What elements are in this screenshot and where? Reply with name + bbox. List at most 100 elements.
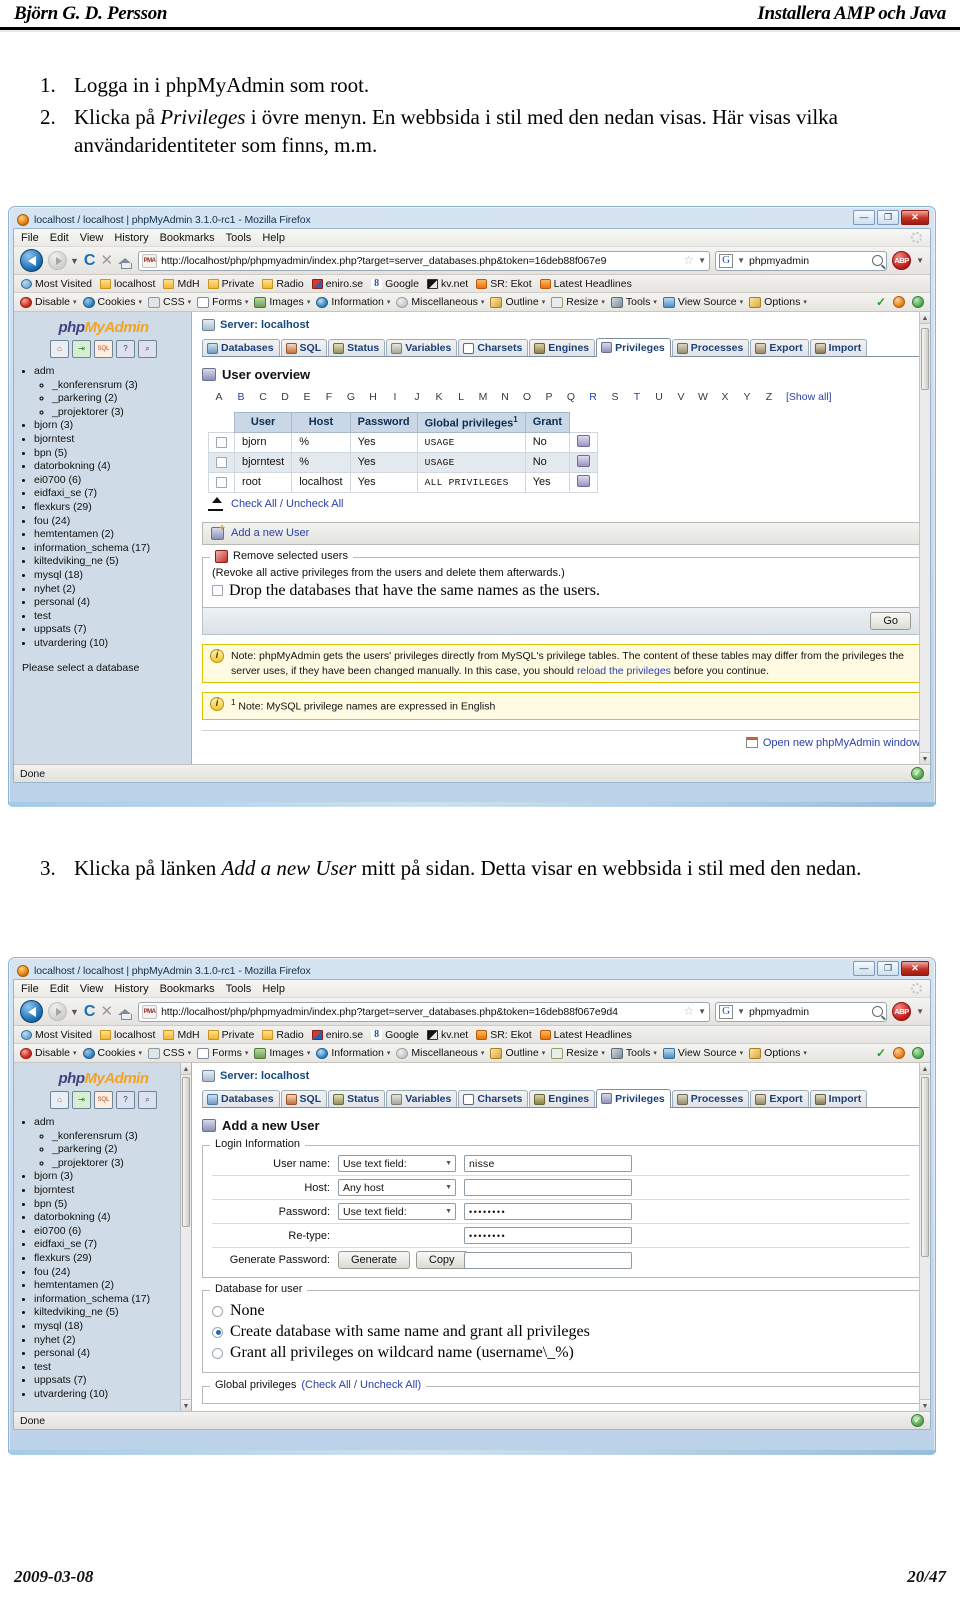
devtool-outline[interactable]: Outline ▾ <box>489 296 546 308</box>
devtool-view-source[interactable]: View Source ▾ <box>662 296 744 308</box>
host-input[interactable] <box>464 1179 632 1196</box>
url-text[interactable]: http://localhost/php/phpmyadmin/index.ph… <box>161 255 679 267</box>
open-new-window-link[interactable]: Open new phpMyAdmin window <box>202 729 920 749</box>
bookmark-mdh[interactable]: MdH <box>161 278 201 290</box>
database-list[interactable]: adm _konferensrum (3) _parkering (2) _pr… <box>20 1116 187 1401</box>
alpha-T[interactable]: T <box>626 391 648 403</box>
devtool-cookies[interactable]: Cookies ▾ <box>82 296 143 308</box>
alpha-F[interactable]: F <box>318 391 340 403</box>
global-check-all-link[interactable]: Check All <box>305 1379 351 1391</box>
menu-history[interactable]: History <box>114 983 148 995</box>
tab-databases[interactable]: Databases <box>202 1090 280 1107</box>
chevron-down-icon[interactable]: ▼ <box>916 256 924 265</box>
list-item[interactable]: _projektorer (3) <box>52 406 187 420</box>
alpha-A[interactable]: A <box>208 391 230 403</box>
google-icon[interactable]: G <box>719 1004 734 1019</box>
tab-variables[interactable]: Variables <box>386 1090 458 1107</box>
list-item[interactable]: uppsats (7) <box>34 1374 187 1388</box>
bookmark-private[interactable]: Private <box>206 1029 257 1041</box>
back-arrow-icon[interactable] <box>20 249 43 272</box>
devtool-disable[interactable]: Disable ▾ <box>19 1047 78 1059</box>
radio-button[interactable] <box>212 1305 223 1317</box>
chevron-down-icon[interactable]: ▼ <box>737 256 745 265</box>
menu-view[interactable]: View <box>80 232 104 244</box>
help-icon[interactable]: ? <box>116 340 135 358</box>
scroll-up-arrow-icon[interactable]: ▲ <box>920 312 930 324</box>
devtool-forms[interactable]: Forms ▾ <box>196 296 249 308</box>
alpha-S[interactable]: S <box>604 391 626 403</box>
list-item[interactable]: utvardering (10) <box>34 637 187 651</box>
devtool-images[interactable]: Images ▾ <box>253 1047 311 1059</box>
navigation-toolbar[interactable]: ▼ C ✕ PMA http://localhost/php/phpmyadmi… <box>14 998 930 1026</box>
devtool-resize[interactable]: Resize ▾ <box>550 1047 606 1059</box>
bookmark-kvnet[interactable]: kv.net <box>425 1029 470 1041</box>
browser-window-overview[interactable]: localhost / localhost | phpMyAdmin 3.1.0… <box>8 206 936 807</box>
list-item[interactable]: flexkurs (29) <box>34 1252 187 1266</box>
bookmark-radio[interactable]: Radio <box>260 1029 305 1041</box>
list-item[interactable]: _parkering (2) <box>52 392 187 406</box>
devtool-images[interactable]: Images ▾ <box>253 296 311 308</box>
menu-bookmarks[interactable]: Bookmarks <box>160 232 215 244</box>
devtool-tools[interactable]: Tools ▾ <box>610 1047 658 1059</box>
alpha-G[interactable]: G <box>340 391 362 403</box>
bookmark-localhost[interactable]: localhost <box>98 1029 157 1041</box>
alpha-M[interactable]: M <box>472 391 494 403</box>
devtool-forms[interactable]: Forms ▾ <box>196 1047 249 1059</box>
sql-icon[interactable]: SQL <box>94 1091 113 1109</box>
alpha-X[interactable]: X <box>714 391 736 403</box>
devtool-cookies[interactable]: Cookies ▾ <box>82 1047 143 1059</box>
exit-icon[interactable]: ⇥ <box>72 340 91 358</box>
host-select[interactable]: Any host ▼ <box>338 1179 456 1196</box>
list-item[interactable]: datorbokning (4) <box>34 1211 187 1225</box>
bookmark-kvnet[interactable]: kv.net <box>425 278 470 290</box>
tab-sql[interactable]: SQL <box>280 1090 328 1107</box>
back-arrow-icon[interactable] <box>20 1000 43 1023</box>
db-option-wildcard[interactable]: Grant all privileges on wildcard name (u… <box>212 1344 910 1362</box>
alpha-J[interactable]: J <box>406 391 428 403</box>
alpha-P[interactable]: P <box>538 391 560 403</box>
tab-sql[interactable]: SQL <box>280 339 328 356</box>
list-item[interactable]: eidfaxi_se (7) <box>34 1238 187 1252</box>
scroll-up-arrow-icon[interactable]: ▲ <box>181 1063 191 1075</box>
tab-status[interactable]: Status <box>328 339 386 356</box>
search-value[interactable]: phpmyadmin <box>749 1006 868 1018</box>
generated-password-input[interactable] <box>464 1251 632 1269</box>
list-item[interactable]: personal (4) <box>34 1347 187 1361</box>
bookmark-latest-headlines[interactable]: Latest Headlines <box>538 1029 634 1041</box>
alpha-Q[interactable]: Q <box>560 391 582 403</box>
sql-icon[interactable]: SQL <box>94 340 113 358</box>
list-item[interactable]: adm _konferensrum (3) _parkering (2) _pr… <box>34 365 187 419</box>
list-item[interactable]: hemtentamen (2) <box>34 1279 187 1293</box>
alpha-O[interactable]: O <box>516 391 538 403</box>
username-select[interactable]: Use text field: ▼ <box>338 1155 456 1172</box>
db-option-create-same-name[interactable]: Create database with same name and grant… <box>212 1323 910 1341</box>
bookmark-private[interactable]: Private <box>206 278 257 290</box>
retype-input[interactable]: •••••••• <box>464 1227 632 1244</box>
search-input[interactable]: G ▼ phpmyadmin <box>715 250 888 271</box>
bookmark-most-visited[interactable]: Most Visited <box>19 1029 94 1041</box>
bookmark-google[interactable]: 8 Google <box>369 278 421 290</box>
menu-bar[interactable]: File Edit View History Bookmarks Tools H… <box>14 980 930 998</box>
alpha-H[interactable]: H <box>362 391 384 403</box>
list-item[interactable]: bjorntest <box>34 1184 187 1198</box>
database-list[interactable]: adm _konferensrum (3) _parkering (2) _pr… <box>20 365 187 650</box>
tab-engines[interactable]: Engines <box>529 339 596 356</box>
bookmark-star-icon[interactable]: ☆ <box>683 253 694 268</box>
tab-charsets[interactable]: Charsets <box>458 1090 529 1107</box>
menu-edit[interactable]: Edit <box>50 983 69 995</box>
chevron-down-icon[interactable]: ▼ <box>70 1007 79 1017</box>
row-checkbox-cell[interactable] <box>208 451 235 473</box>
adblock-icon[interactable]: ABP <box>892 251 912 270</box>
list-item[interactable]: _konferensrum (3) <box>52 379 187 393</box>
exit-icon[interactable]: ⇥ <box>72 1091 91 1109</box>
list-item[interactable]: bjorn (3) <box>34 419 187 433</box>
search-icon[interactable] <box>872 1006 884 1017</box>
tab-charsets[interactable]: Charsets <box>458 339 529 356</box>
list-item[interactable]: mysql (18) <box>34 569 187 583</box>
search-icon[interactable] <box>872 255 884 266</box>
alpha-U[interactable]: U <box>648 391 670 403</box>
bookmarks-toolbar[interactable]: Most Visited localhost MdH Private Radio… <box>14 275 930 293</box>
bookmark-sr-ekot[interactable]: SR: Ekot <box>474 1029 533 1041</box>
tab-engines[interactable]: Engines <box>529 1090 596 1107</box>
list-item[interactable]: _projektorer (3) <box>52 1157 187 1171</box>
